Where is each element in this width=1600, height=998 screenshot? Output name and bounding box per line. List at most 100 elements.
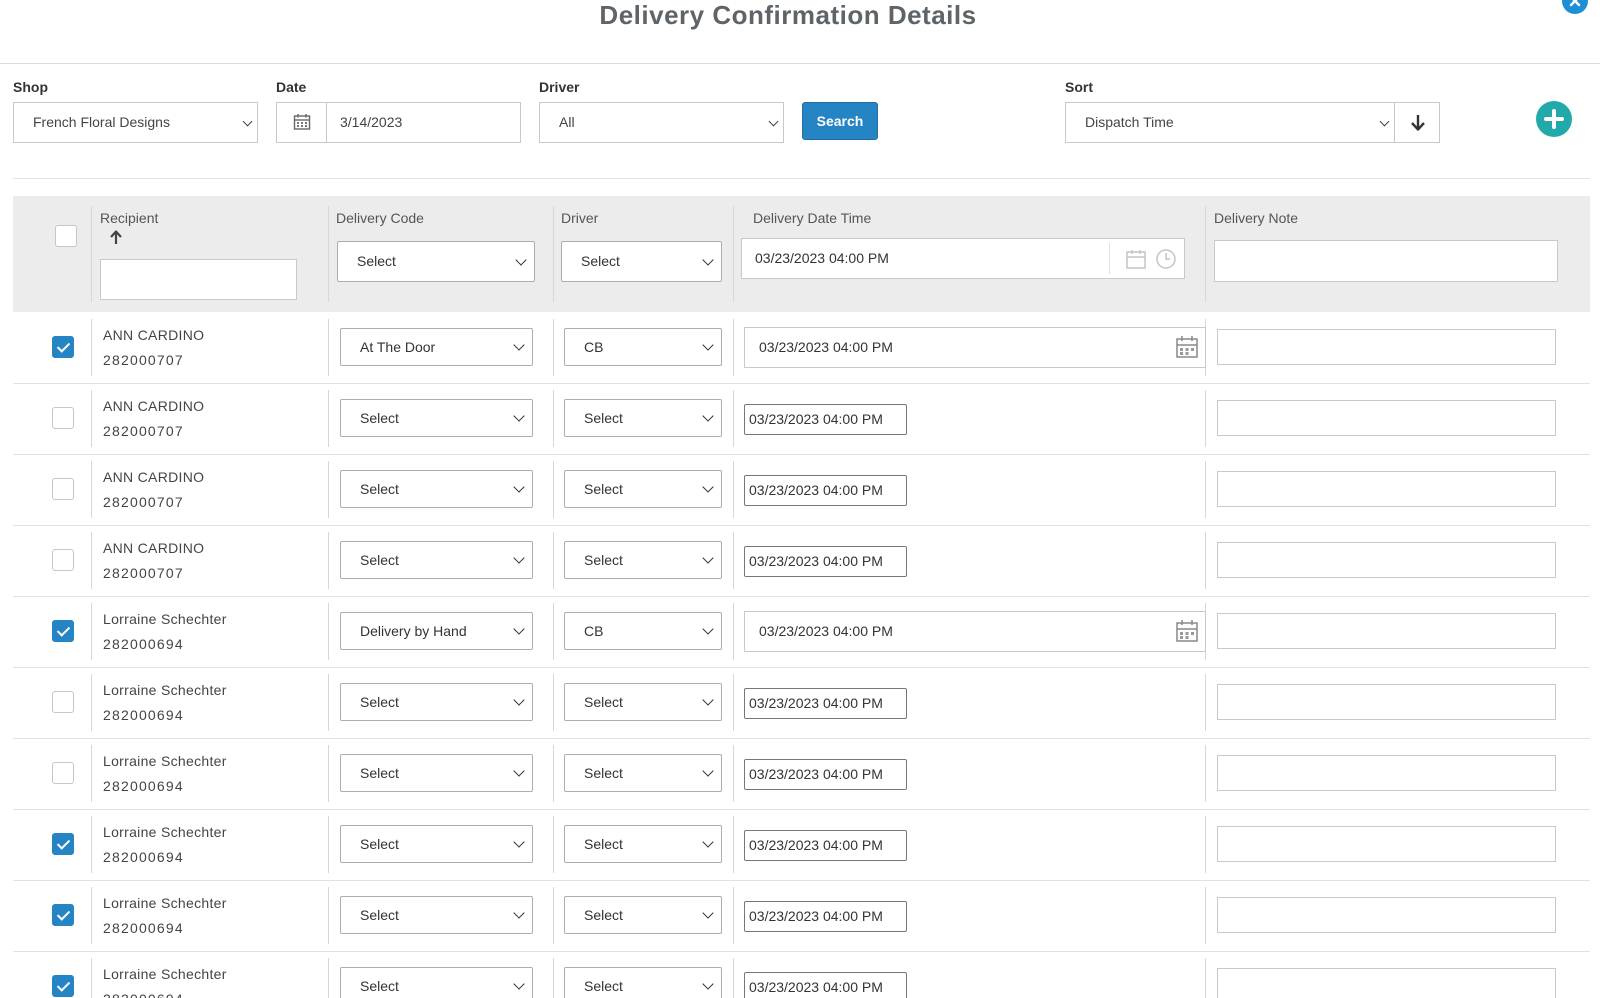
- column-header-delivery-note: Delivery Note: [1214, 210, 1299, 226]
- delivery-code-value: Select: [360, 978, 399, 994]
- clock-icon[interactable]: [1155, 248, 1177, 270]
- driver-select[interactable]: CB: [564, 612, 722, 650]
- delivery-note-input[interactable]: [1217, 755, 1556, 791]
- row-checkbox[interactable]: [52, 336, 74, 358]
- delivery-code-select[interactable]: Delivery by Hand: [340, 612, 533, 650]
- delivery-note-input[interactable]: [1217, 329, 1556, 365]
- delivery-note-input[interactable]: [1217, 968, 1556, 998]
- delivery-datetime-input[interactable]: 03/23/2023 04:00 PM: [744, 830, 907, 861]
- driver-select[interactable]: Select: [564, 541, 722, 579]
- datetime-filter-input[interactable]: 03/23/2023 04:00 PM: [741, 238, 1185, 279]
- delivery-note-input[interactable]: [1217, 897, 1556, 933]
- driver-value: Select: [584, 765, 623, 781]
- chevron-down-icon: [515, 254, 527, 266]
- delivery-note-input[interactable]: [1217, 400, 1556, 436]
- row-checkbox[interactable]: [52, 478, 74, 500]
- date-field[interactable]: 3/14/2023: [276, 102, 521, 143]
- chevron-down-icon: [702, 254, 714, 266]
- delivery-datetime-input[interactable]: 03/23/2023 04:00 PM: [744, 546, 907, 577]
- delivery-code-select[interactable]: Select: [340, 399, 533, 437]
- column-divider: [91, 603, 92, 660]
- add-button[interactable]: [1536, 101, 1572, 137]
- driver-select[interactable]: Select: [564, 967, 722, 998]
- date-picker-button[interactable]: [277, 103, 327, 142]
- delivery-datetime-value: 03/23/2023 04:00 PM: [759, 623, 893, 639]
- column-divider: [1205, 461, 1206, 518]
- sort-direction-button[interactable]: [1394, 102, 1440, 143]
- delivery-datetime-input[interactable]: 03/23/2023 04:00 PM: [744, 972, 907, 998]
- driver-filter-select[interactable]: All: [539, 102, 784, 143]
- recipient-name: ANN CARDINO: [103, 469, 205, 485]
- driver-select[interactable]: Select: [564, 683, 722, 721]
- recipient-name: Lorraine Schechter: [103, 895, 227, 911]
- close-button[interactable]: [1562, 0, 1588, 14]
- delivery-code-select[interactable]: At The Door: [340, 328, 533, 366]
- row-checkbox[interactable]: [52, 691, 74, 713]
- driver-select[interactable]: Select: [564, 896, 722, 934]
- delivery-code-select[interactable]: Select: [340, 896, 533, 934]
- row-checkbox[interactable]: [52, 549, 74, 571]
- delivery-code-select[interactable]: Select: [340, 541, 533, 579]
- driver-select[interactable]: Select: [564, 754, 722, 792]
- delivery-code-value: Select: [360, 765, 399, 781]
- delivery-code-value: Select: [360, 481, 399, 497]
- close-icon: [1569, 0, 1581, 7]
- delivery-code-select[interactable]: Select: [340, 825, 533, 863]
- column-divider: [328, 206, 329, 302]
- column-header-recipient[interactable]: Recipient: [100, 210, 158, 226]
- driver-select[interactable]: Select: [564, 399, 722, 437]
- delivery-note-input[interactable]: [1217, 613, 1556, 649]
- delivery-code-select[interactable]: Select: [340, 754, 533, 792]
- driver-select[interactable]: CB: [564, 328, 722, 366]
- calendar-icon[interactable]: [1175, 335, 1199, 359]
- sort-select[interactable]: Dispatch Time: [1065, 102, 1395, 143]
- column-divider: [1205, 390, 1206, 447]
- search-button[interactable]: Search: [802, 102, 878, 140]
- delivery-datetime-input[interactable]: 03/23/2023 04:00 PM: [744, 901, 907, 932]
- row-checkbox[interactable]: [52, 762, 74, 784]
- row-checkbox[interactable]: [52, 407, 74, 429]
- chevron-down-icon: [702, 552, 714, 564]
- row-checkbox[interactable]: [52, 975, 74, 997]
- select-all-checkbox[interactable]: [55, 225, 77, 247]
- row-checkbox[interactable]: [52, 833, 74, 855]
- delivery-note-filter-input[interactable]: [1214, 240, 1558, 282]
- column-header-driver: Driver: [561, 210, 599, 226]
- delivery-datetime-input[interactable]: 03/23/2023 04:00 PM: [744, 327, 1206, 368]
- row-divider: [13, 951, 1590, 952]
- driver-column-filter-select[interactable]: Select: [561, 241, 722, 282]
- delivery-datetime-input[interactable]: 03/23/2023 04:00 PM: [744, 688, 907, 719]
- row-checkbox[interactable]: [52, 620, 74, 642]
- row-divider: [13, 738, 1590, 739]
- recipient-name: ANN CARDINO: [103, 327, 205, 343]
- filter-divider: [13, 178, 1590, 179]
- driver-select[interactable]: Select: [564, 470, 722, 508]
- calendar-icon[interactable]: [1125, 248, 1147, 270]
- delivery-code-filter-select[interactable]: Select: [337, 241, 535, 282]
- delivery-code-select[interactable]: Select: [340, 967, 533, 998]
- driver-select[interactable]: Select: [564, 825, 722, 863]
- column-divider: [91, 532, 92, 589]
- delivery-code-select[interactable]: Select: [340, 683, 533, 721]
- delivery-code-value: Select: [360, 694, 399, 710]
- delivery-note-input[interactable]: [1217, 542, 1556, 578]
- column-divider: [553, 674, 554, 731]
- row-checkbox[interactable]: [52, 904, 74, 926]
- column-divider: [553, 887, 554, 944]
- calendar-icon[interactable]: [1175, 619, 1199, 643]
- delivery-code-select[interactable]: Select: [340, 470, 533, 508]
- recipient-filter-input[interactable]: [100, 259, 297, 300]
- column-divider: [553, 532, 554, 589]
- delivery-datetime-input[interactable]: 03/23/2023 04:00 PM: [744, 611, 1206, 652]
- delivery-note-input[interactable]: [1217, 471, 1556, 507]
- column-divider: [733, 958, 734, 998]
- delivery-datetime-input[interactable]: 03/23/2023 04:00 PM: [744, 475, 907, 506]
- delivery-datetime-input[interactable]: 03/23/2023 04:00 PM: [744, 759, 907, 790]
- row-divider: [13, 383, 1590, 384]
- delivery-note-input[interactable]: [1217, 684, 1556, 720]
- chevron-down-icon: [702, 410, 714, 422]
- shop-select[interactable]: French Floral Designs: [13, 102, 258, 143]
- delivery-note-input[interactable]: [1217, 826, 1556, 862]
- delivery-datetime-input[interactable]: 03/23/2023 04:00 PM: [744, 404, 907, 435]
- delivery-datetime-value: 03/23/2023 04:00 PM: [749, 695, 883, 711]
